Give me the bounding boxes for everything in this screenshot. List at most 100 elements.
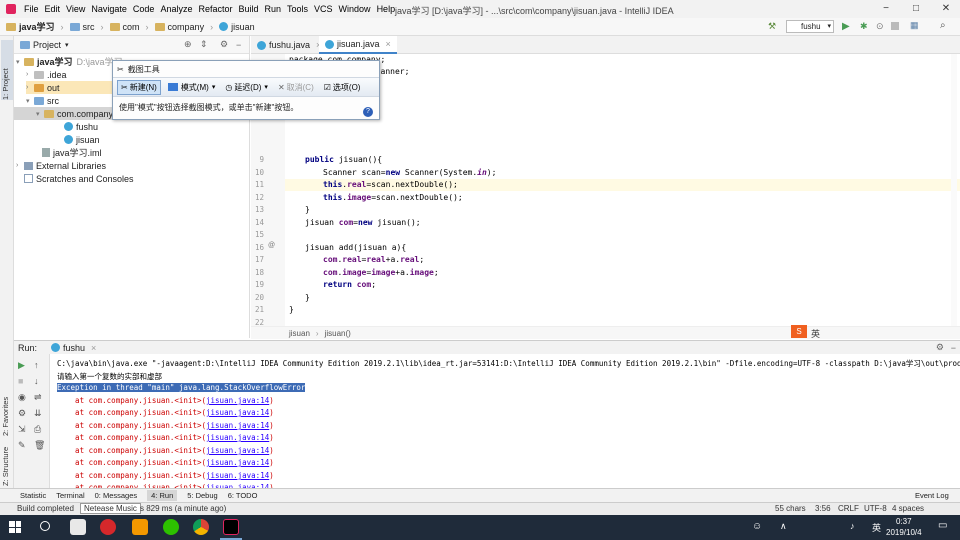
close-button[interactable]: ✕ [940,3,952,15]
menu-code[interactable]: Code [133,4,155,14]
menu-vcs[interactable]: VCS [314,4,333,14]
code-editor[interactable]: package com.company; import java.util.Sc… [285,54,960,326]
menu-edit[interactable]: Edit [45,4,61,14]
tab-jisuan[interactable]: jisuan.java × [319,36,397,54]
stop-icon[interactable] [891,22,899,30]
tree-item-src[interactable]: ▾ src [26,94,59,107]
tab-fushu[interactable]: fushu.java× [251,36,327,54]
search-icon[interactable]: ⌕ [940,20,946,31]
taskbar-app-icon[interactable] [132,519,148,535]
tab-run[interactable]: 4: Run [147,490,178,501]
menu-analyze[interactable]: Analyze [160,4,192,14]
tab-debug[interactable]: 5: Debug [187,491,217,500]
menu-tools[interactable]: Tools [287,4,308,14]
breadcrumb-jisuan[interactable]: jisuan [219,22,255,32]
print-icon[interactable]: ⎙ [34,424,41,435]
options-button[interactable]: ☑ 选项(O) [321,81,364,94]
project-structure-icon[interactable]: ▦ [910,20,919,31]
scroll-end-icon[interactable]: ⇊ [34,408,42,419]
ime-indicator[interactable]: S [791,325,807,338]
status-encoding[interactable]: UTF-8 [864,504,887,513]
breadcrumb-src[interactable]: src › [69,22,104,32]
rerun-icon[interactable]: ▶ [18,360,25,371]
input-lang[interactable]: 英 [872,521,881,534]
menu-view[interactable]: View [66,4,85,14]
trash-icon[interactable]: 🗑 [34,440,45,451]
debug-icon[interactable]: ✱ [860,21,868,32]
intellij-icon[interactable] [223,519,239,535]
start-icon[interactable] [9,521,21,533]
tree-item-external-libraries[interactable]: › External Libraries [16,159,106,172]
wrap-icon[interactable]: ⇌ [34,392,42,403]
menu-help[interactable]: Help [377,4,396,14]
breadcrumb-method[interactable]: jisuan() [325,329,351,338]
coverage-icon[interactable]: ⊙ [876,21,884,32]
help-icon[interactable]: ? [363,107,373,117]
people-icon[interactable]: ☺ [752,521,762,532]
menu-file[interactable]: File [24,4,39,14]
wechat-icon[interactable] [163,519,179,535]
breadcrumb-com[interactable]: com › [109,22,149,32]
status-indent[interactable]: 4 spaces [892,504,924,513]
hide-icon[interactable]: − [236,40,241,50]
project-tool-tab[interactable]: 1: Project [1,40,13,100]
stop-icon[interactable]: ■ [18,376,23,386]
tree-item-idea[interactable]: › .idea [26,68,67,81]
tree-root[interactable]: ▾ java学习 D:\java学习 [16,55,123,68]
hammer-icon[interactable]: ⚒ [768,21,778,31]
tree-item-jisuan[interactable]: jisuan [64,133,100,146]
structure-tool-tab[interactable]: Z: Structure [1,431,13,486]
tray-up-icon[interactable]: ∧ [780,521,787,532]
run-config-select[interactable]: fushu ▾ [786,20,834,33]
pin-icon[interactable]: ✎ [18,440,26,451]
tab-terminal[interactable]: Terminal [56,491,84,500]
collapse-icon[interactable]: ⇕ [200,39,208,50]
minimize-button[interactable]: − [880,3,892,15]
tab-statistic[interactable]: Statistic [20,491,46,500]
exit-icon[interactable]: ⇲ [18,424,26,435]
menu-refactor[interactable]: Refactor [198,4,232,14]
breadcrumb-company[interactable]: company › [154,22,213,32]
cancel-snip-button[interactable]: ✕ 取消(C) [275,81,317,94]
favorites-tool-tab[interactable]: 2: Favorites [1,376,13,436]
settings-icon[interactable]: ⚙ [18,408,26,419]
volume-icon[interactable]: ♪ [850,521,855,531]
ime-lang[interactable]: 英 [811,327,820,340]
editor-scrollbar[interactable] [951,54,957,326]
run-icon[interactable]: ▶ [842,21,850,32]
chrome-icon[interactable] [193,519,209,535]
camera-icon[interactable]: ◉ [18,392,26,403]
menu-build[interactable]: Build [238,4,258,14]
tab-messages[interactable]: 0: Messages [95,491,138,500]
notification-icon[interactable]: ▭ [938,520,947,531]
gear-icon[interactable]: ⚙ [936,342,944,353]
mode-button[interactable]: 模式(M) ▾ [165,81,219,94]
breadcrumb-class[interactable]: jisuan [289,329,310,338]
tree-item-iml[interactable]: java学习.iml [42,146,102,159]
down-icon[interactable]: ↓ [34,376,39,386]
search-icon[interactable] [40,521,50,531]
gear-icon[interactable]: ⚙ [220,39,228,50]
menu-navigate[interactable]: Navigate [91,4,127,14]
tree-item-fushu[interactable]: fushu [64,120,98,133]
menu-run[interactable]: Run [265,4,282,14]
console-output[interactable]: C:\java\bin\java.exe "-javaagent:D:\Inte… [50,354,960,488]
event-log-tab[interactable]: Event Log [915,491,949,500]
breadcrumb-project[interactable]: java学习 › [6,20,64,33]
new-snip-button[interactable]: ✂ 新建(N) [117,79,161,95]
taskbar-app-icon[interactable] [70,519,86,535]
hide-icon[interactable]: − [951,343,956,353]
netease-music-icon[interactable] [100,519,116,535]
delay-button[interactable]: ◷ 延迟(D) ▾ [222,81,271,94]
tab-todo[interactable]: 6: TODO [228,491,258,500]
status-caret[interactable]: 3:56 [815,504,831,513]
up-icon[interactable]: ↑ [34,360,39,370]
status-line-sep[interactable]: CRLF [838,504,859,513]
menu-window[interactable]: Window [339,4,371,14]
locate-icon[interactable]: ⊕ [184,39,192,50]
run-config-tab[interactable]: fushu × [51,343,96,353]
tree-item-scratches[interactable]: Scratches and Consoles [24,172,134,185]
maximize-button[interactable]: □ [910,3,922,15]
project-panel-title[interactable]: Project [33,40,61,50]
override-icon[interactable]: @ [268,242,275,249]
